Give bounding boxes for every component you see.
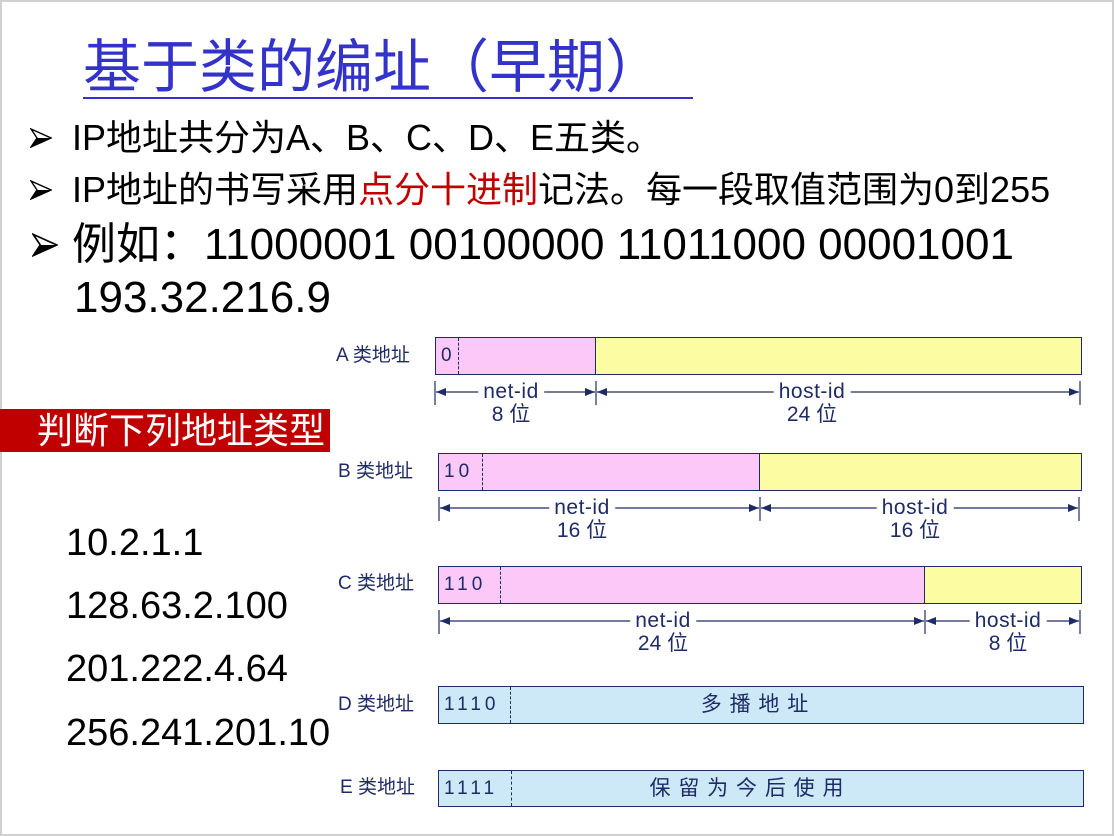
class-b-net-id-field [439, 454, 760, 490]
class-d-purpose: 多 播 地 址 [700, 693, 810, 716]
class-c-bar: 110 [438, 566, 1082, 604]
class-a-net-id-dimension: net-id 8 位 [478, 380, 544, 426]
class-c-host-id-field [924, 567, 1081, 603]
bullet-arrow-icon [30, 180, 52, 200]
class-d-bar: 1110 多 播 地 址 [438, 686, 1084, 724]
class-e-purpose: 保 留 为 今 后 使 用 [649, 776, 845, 800]
host-id-label: host-id [969, 609, 1047, 633]
class-d-prefix-bits: 1110 [444, 694, 500, 715]
bullet-example-decimal: 193.32.216.9 [74, 273, 331, 322]
exercise-address: 256.241.201.10 [66, 712, 331, 754]
class-c-net-id-dimension: net-id 24 位 [630, 609, 696, 655]
prefix-divider [511, 771, 512, 806]
class-c-prefix-bits: 110 [444, 574, 487, 595]
class-c-net-id-field [439, 567, 925, 603]
class-a-prefix-bits: 0 [441, 345, 456, 366]
class-b-net-id-dimension: net-id 16 位 [549, 496, 615, 542]
class-e-bar: 1111 保 留 为 今 后 使 用 [438, 770, 1084, 807]
net-id-label: net-id [630, 609, 696, 633]
class-a-label: A 类地址 [336, 345, 410, 366]
host-id-bit-length: 8 位 [988, 632, 1028, 655]
class-b-host-id-dimension: host-id 16 位 [876, 496, 954, 542]
bullet-text: IP地址的书写采用 [72, 169, 359, 210]
class-b-prefix-bits: 10 [444, 461, 474, 482]
class-c-label: C 类地址 [338, 573, 415, 594]
bullet-example-binary: 例如：11000001 00100000 11011000 00001001 [72, 220, 1014, 269]
bullet-arrow-icon [32, 233, 58, 257]
net-id-bit-length: 16 位 [556, 519, 608, 542]
bullet-text: 记法。每一段取值范围为0到255 [538, 169, 1051, 210]
prefix-divider [510, 687, 511, 723]
exercise-address: 128.63.2.100 [66, 585, 288, 627]
net-id-label: net-id [478, 380, 544, 404]
net-id-bit-length: 24 位 [637, 632, 689, 655]
host-id-bit-length: 16 位 [889, 519, 941, 542]
host-id-label: host-id [876, 496, 954, 520]
slide-title: 基于类的编址（早期） [83, 33, 664, 101]
slide: 基于类的编址（早期） IP地址共分为A、B、C、D、E五类。 IP地址的书写采用… [0, 0, 1114, 836]
class-b-label: B 类地址 [338, 461, 413, 482]
class-e-label: E 类地址 [340, 777, 415, 798]
prefix-divider [458, 338, 459, 374]
class-a-host-id-dimension: host-id 24 位 [773, 380, 851, 426]
bullet-arrow-icon [30, 128, 52, 148]
prefix-divider [482, 454, 483, 490]
net-id-label: net-id [549, 496, 615, 520]
bullet-dotted-decimal: IP地址的书写采用点分十进制记法。每一段取值范围为0到255 [72, 170, 1050, 210]
bullet-address-classes: IP地址共分为A、B、C、D、E五类。 [72, 117, 663, 158]
exercise-banner: 判断下列地址类型 [0, 409, 330, 452]
exercise-address: 201.222.4.64 [66, 648, 288, 690]
class-b-bar: 10 [438, 453, 1082, 491]
class-e-prefix-bits: 1111 [444, 777, 499, 799]
host-id-label: host-id [773, 380, 851, 404]
class-d-label: D 类地址 [338, 694, 415, 715]
class-a-net-id-field [436, 338, 596, 374]
class-b-host-id-field [759, 454, 1081, 490]
exercise-address: 10.2.1.1 [66, 522, 204, 564]
highlighted-term: 点分十进制 [358, 169, 539, 210]
host-id-bit-length: 24 位 [786, 403, 838, 426]
net-id-bit-length: 8 位 [491, 403, 531, 426]
class-a-bar: 0 [435, 337, 1082, 375]
title-underline [83, 97, 693, 99]
class-a-host-id-field [595, 338, 1081, 374]
prefix-divider [500, 567, 501, 603]
class-c-host-id-dimension: host-id 8 位 [969, 609, 1047, 655]
